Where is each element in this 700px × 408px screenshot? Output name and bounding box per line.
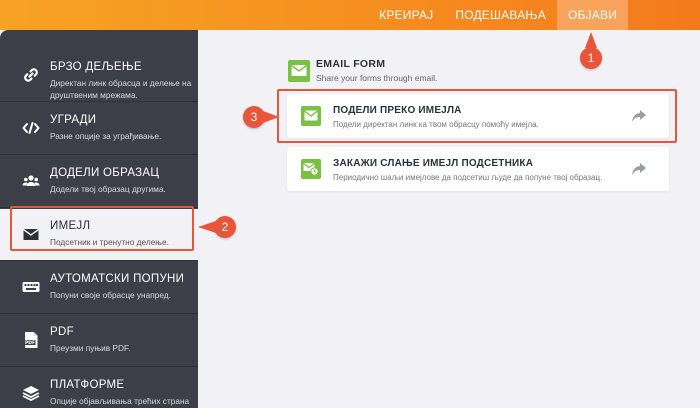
- tab-publish[interactable]: ОБЈАВИ: [556, 0, 628, 30]
- share-arrow-icon: [632, 110, 646, 122]
- sidebar-item-desc: Додели твој образац другима.: [50, 184, 166, 194]
- sidebar-item-title: ДОДЕЛИ ОБРАЗАЦ: [50, 167, 160, 179]
- link-icon: [24, 68, 38, 82]
- schedule-reminder-card[interactable]: ЗАКАЖИ СЛАЊЕ ИМЕЈЛ ПОДСЕТНИКА Периодично…: [287, 147, 669, 191]
- step-badge-3: 3: [243, 106, 265, 128]
- code-icon: [22, 122, 40, 134]
- share-via-email-card[interactable]: ПОДЕЛИ ПРЕКО ИМЕЈЛА Подели директан линк…: [287, 94, 669, 138]
- email-clock-icon: [301, 159, 321, 179]
- sidebar-item-desc: Подсетник и тренутно делење.: [50, 237, 169, 247]
- card-desc: Периодично шаљи имејлове да подсетиш људ…: [333, 173, 603, 182]
- top-bar: КРЕИРАЈ ПОДЕШАВАЊА ОБЈАВИ: [0, 0, 700, 30]
- badge-pointer-2: [198, 221, 216, 233]
- sidebar-item-quick-share[interactable]: БРЗО ДЕЉЕЊЕ Директан линк обрасца и деле…: [0, 50, 198, 102]
- pdf-icon: PDF: [23, 332, 38, 348]
- layers-icon: [22, 386, 40, 402]
- step-badge-1: 1: [580, 47, 602, 69]
- sidebar-item-assign-form[interactable]: ДОДЕЛИ ОБРАЗАЦ Додели твој образац други…: [0, 156, 198, 208]
- card-title: ПОДЕЛИ ПРЕКО ИМЕЈЛА: [333, 105, 462, 116]
- section-subtitle: Share your forms through email.: [316, 73, 438, 83]
- badge-pointer-1: [585, 32, 597, 48]
- svg-text:PDF: PDF: [25, 340, 35, 346]
- badge-pointer-3: [263, 111, 279, 123]
- sidebar: БРЗО ДЕЉЕЊЕ Директан линк обрасца и деле…: [0, 30, 198, 408]
- sidebar-item-platforms[interactable]: ПЛАТФОРМЕ Опције објављивања трећих стра…: [0, 368, 198, 408]
- sidebar-item-desc: Попуни своје обрасце унапред.: [50, 290, 171, 300]
- share-arrow-icon: [632, 163, 646, 175]
- keyboard-icon: [22, 282, 40, 292]
- card-title: ЗАКАЖИ СЛАЊЕ ИМЕЈЛ ПОДСЕТНИКА: [333, 158, 534, 169]
- envelope-icon: [23, 228, 39, 240]
- sidebar-item-title: АУТОМАТСКИ ПОПУНИ: [50, 273, 185, 285]
- sidebar-item-desc: Преузми пуњив PDF.: [50, 343, 131, 353]
- top-nav: КРЕИРАЈ ПОДЕШАВАЊА ОБЈАВИ: [368, 0, 628, 30]
- sidebar-item-email[interactable]: ИМЕЈЛ Подсетник и тренутно делење.: [0, 209, 198, 261]
- sidebar-item-title: УГРАДИ: [50, 114, 97, 126]
- sidebar-item-autofill[interactable]: АУТОМАТСКИ ПОПУНИ Попуни своје обрасце у…: [0, 262, 198, 314]
- email-form-icon: [288, 60, 310, 82]
- step-badge-2: 2: [214, 216, 236, 238]
- users-icon: [22, 175, 40, 186]
- sidebar-item-desc: Разне опције за уграђивање.: [50, 131, 162, 141]
- tab-create[interactable]: КРЕИРАЈ: [368, 0, 444, 30]
- card-desc: Подели директан линк ка твом обрасцу пом…: [333, 120, 539, 129]
- tab-settings[interactable]: ПОДЕШАВАЊА: [444, 0, 557, 30]
- sidebar-item-desc: Опције објављивања трећих страна: [50, 396, 190, 406]
- sidebar-item-embed[interactable]: УГРАДИ Разне опције за уграђивање.: [0, 103, 198, 155]
- sidebar-item-pdf[interactable]: PDF PDF Преузми пуњив PDF.: [0, 315, 198, 367]
- sidebar-item-title: БРЗО ДЕЉЕЊЕ: [50, 61, 142, 73]
- sidebar-item-title: PDF: [50, 326, 74, 338]
- sidebar-item-title: ПЛАТФОРМЕ: [50, 379, 125, 391]
- sidebar-item-title: ИМЕЈЛ: [50, 220, 91, 232]
- sidebar-item-desc: Директан линк обрасца и делење на друштв…: [50, 78, 192, 100]
- section-title: EMAIL FORM: [316, 58, 386, 70]
- sidebar-corner: [0, 30, 16, 46]
- envelope-icon: [301, 106, 321, 126]
